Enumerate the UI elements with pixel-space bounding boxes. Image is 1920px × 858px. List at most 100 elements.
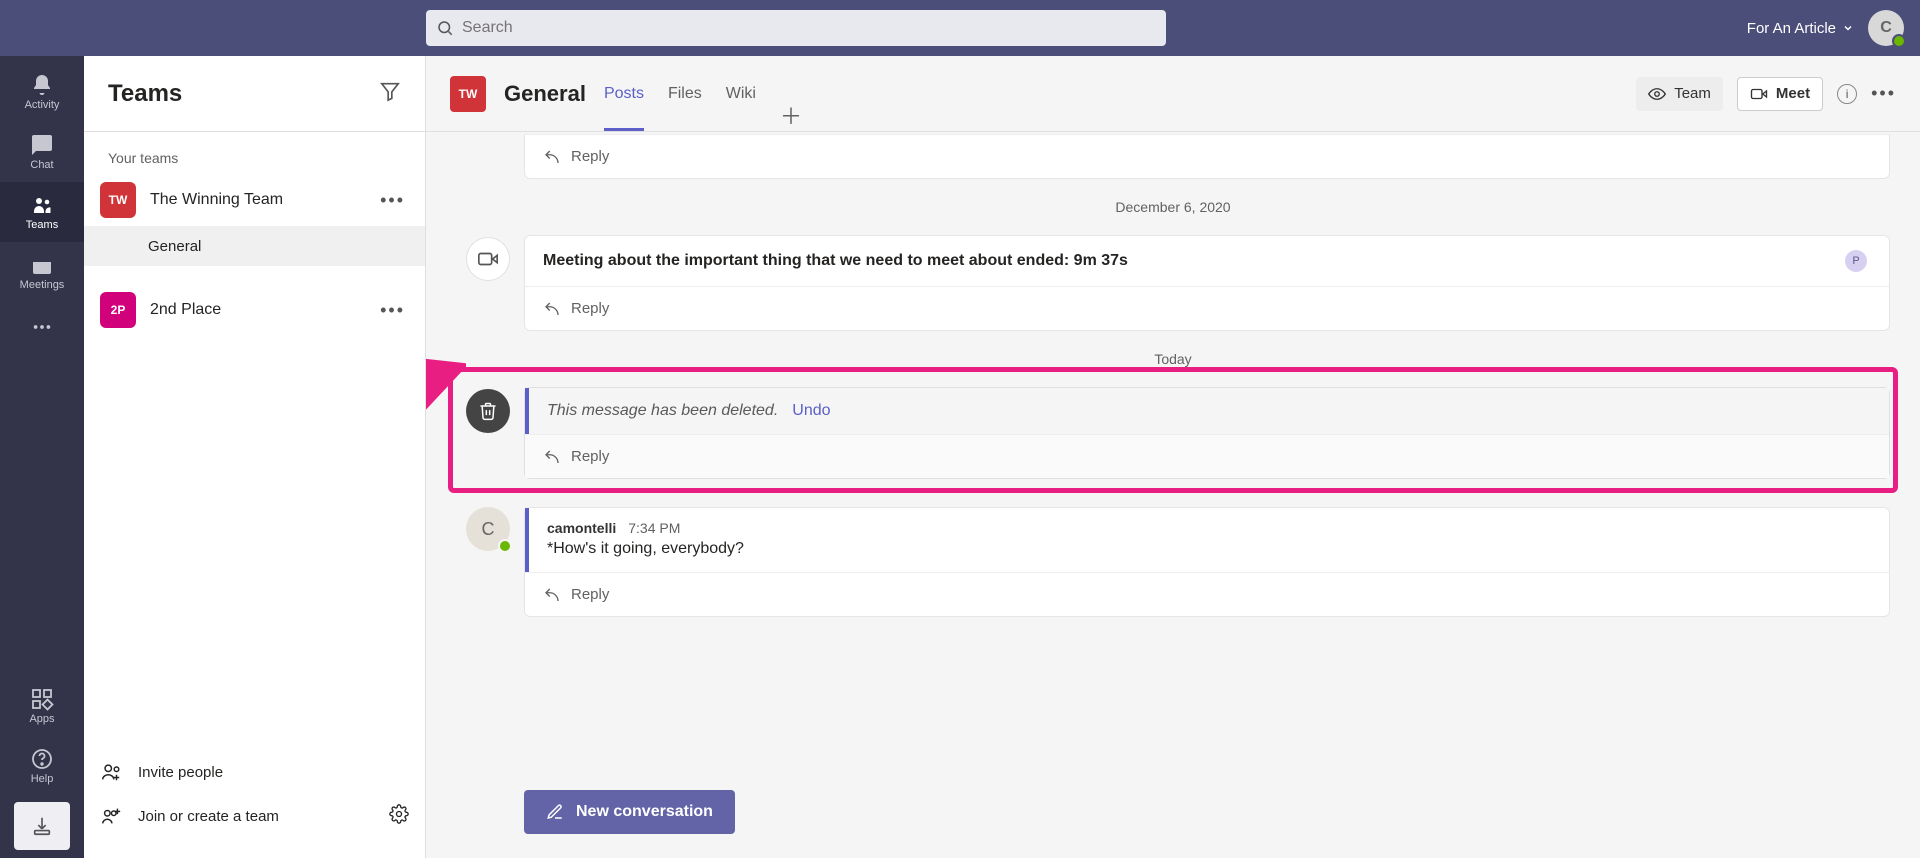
thread-message: C camontelli 7:34 PM *How's it going, ev… <box>456 507 1890 617</box>
filter-button[interactable] <box>379 80 401 107</box>
reply-icon <box>543 586 561 604</box>
message-author: camontelli <box>547 520 616 536</box>
user-avatar[interactable]: C <box>466 507 510 551</box>
sidebar-bottom: Invite people Join or create a team <box>84 740 425 858</box>
message-card-deleted[interactable]: This message has been deleted. Undo Repl… <box>524 387 1890 479</box>
team-visibility-button[interactable]: Team <box>1636 77 1723 111</box>
team-more-button[interactable]: ••• <box>376 186 409 215</box>
rail-label: Chat <box>30 159 53 171</box>
tab-posts[interactable]: Posts <box>604 56 644 131</box>
invite-icon <box>100 761 122 783</box>
message-card: Reply <box>524 134 1890 179</box>
bell-icon <box>30 73 54 97</box>
channel-header: TW General Posts Files Wiki ＋ Team Meet … <box>426 56 1920 132</box>
undo-link[interactable]: Undo <box>792 402 830 420</box>
team-avatar: 2P <box>100 292 136 328</box>
tab-wiki[interactable]: Wiki <box>726 56 756 131</box>
meeting-icon-badge <box>466 237 510 281</box>
new-conversation-button[interactable]: New conversation <box>524 790 735 834</box>
team-avatar: TW <box>100 182 136 218</box>
rail-chat[interactable]: Chat <box>0 122 84 182</box>
join-create-icon <box>100 805 122 827</box>
profile-avatar[interactable]: C <box>1868 10 1904 46</box>
team-name: The Winning Team <box>150 191 362 209</box>
rail-help[interactable]: Help <box>0 736 84 796</box>
invite-people[interactable]: Invite people <box>100 750 409 794</box>
presence-available-icon <box>498 539 512 553</box>
message-timestamp: 7:34 PM <box>628 520 680 536</box>
message-feed[interactable]: Reply December 6, 2020 Meeting about the… <box>426 132 1920 858</box>
rail-label: Teams <box>26 219 58 231</box>
sidebar-header: Teams <box>84 56 425 132</box>
info-button[interactable]: i <box>1837 84 1857 104</box>
meeting-ended-text: Meeting about the important thing that w… <box>525 236 1889 286</box>
calendar-icon <box>30 253 54 277</box>
ellipsis-icon <box>31 316 53 338</box>
reply-button[interactable]: Reply <box>525 434 1889 478</box>
meet-btn-label: Meet <box>1776 85 1810 102</box>
rail-activity[interactable]: Activity <box>0 62 84 122</box>
rail-more[interactable] <box>31 302 53 352</box>
search-box[interactable] <box>426 10 1166 46</box>
reply-label: Reply <box>571 448 609 465</box>
channel-row-general[interactable]: General <box>84 226 425 266</box>
meet-button[interactable]: Meet <box>1737 77 1823 111</box>
rail-label: Activity <box>25 99 60 111</box>
channel-tabs: Posts Files Wiki ＋ <box>604 56 802 131</box>
chevron-down-icon <box>1842 22 1854 34</box>
search-input[interactable] <box>462 19 1156 37</box>
highlighted-region: This message has been deleted. Undo Repl… <box>456 387 1890 479</box>
rail-label: Help <box>31 773 54 785</box>
more-button[interactable]: ••• <box>1871 83 1896 104</box>
deleted-body: This message has been deleted. Undo <box>525 388 1889 434</box>
date-divider-today: Today <box>456 351 1890 367</box>
teams-icon <box>30 193 54 217</box>
rail-apps[interactable]: Apps <box>0 676 84 736</box>
app-rail: Activity Chat Teams Meetings Apps Help <box>0 56 84 858</box>
new-conversation-label: New conversation <box>576 803 713 821</box>
search-icon <box>436 19 454 37</box>
chat-icon <box>30 133 54 157</box>
message-card[interactable]: camontelli 7:34 PM *How's it going, ever… <box>524 507 1890 617</box>
search-wrap <box>426 10 1166 46</box>
manage-teams-button[interactable] <box>389 804 409 828</box>
message-card[interactable]: Meeting about the important thing that w… <box>524 235 1890 331</box>
header-actions: Team Meet i ••• <box>1636 77 1896 111</box>
reply-button[interactable]: Reply <box>525 134 1889 178</box>
tab-files[interactable]: Files <box>668 56 702 131</box>
reply-button[interactable]: Reply <box>525 286 1889 330</box>
rail-label: Meetings <box>20 279 65 291</box>
reply-icon <box>543 148 561 166</box>
team-row-second[interactable]: 2P 2nd Place ••• <box>84 284 425 336</box>
header-icons: i ••• <box>1837 83 1896 104</box>
eye-icon <box>1648 85 1666 103</box>
avatar-initial: C <box>1880 19 1892 37</box>
rail-meetings[interactable]: Meetings <box>0 242 84 302</box>
deleted-icon-badge <box>466 389 510 433</box>
video-icon <box>1750 85 1768 103</box>
reply-button[interactable]: Reply <box>525 572 1889 616</box>
title-bar: For An Article C <box>0 0 1920 56</box>
compose-icon <box>546 803 564 821</box>
team-row-winning[interactable]: TW The Winning Team ••• <box>84 174 425 226</box>
team-more-button[interactable]: ••• <box>376 296 409 325</box>
gear-icon <box>389 804 409 824</box>
rail-teams[interactable]: Teams <box>0 182 84 242</box>
composer: New conversation <box>524 790 735 834</box>
message-text: *How's it going, everybody? <box>529 536 1889 572</box>
add-tab-button[interactable]: ＋ <box>780 99 802 131</box>
channel-name: General <box>148 238 201 255</box>
org-name: For An Article <box>1747 20 1836 37</box>
rail-download[interactable] <box>14 802 70 850</box>
filter-icon <box>379 80 401 102</box>
invite-label: Invite people <box>138 764 223 781</box>
teams-sidebar: Teams Your teams TW The Winning Team •••… <box>84 56 426 858</box>
join-create-team[interactable]: Join or create a team <box>100 794 409 838</box>
deleted-text: This message has been deleted. <box>547 402 778 420</box>
org-switcher[interactable]: For An Article <box>1747 20 1854 37</box>
channel-title: General <box>504 81 586 107</box>
help-icon <box>30 747 54 771</box>
thread-prev: Reply <box>456 134 1890 179</box>
tab-label: Wiki <box>726 85 756 103</box>
channel-team-avatar: TW <box>450 76 486 112</box>
